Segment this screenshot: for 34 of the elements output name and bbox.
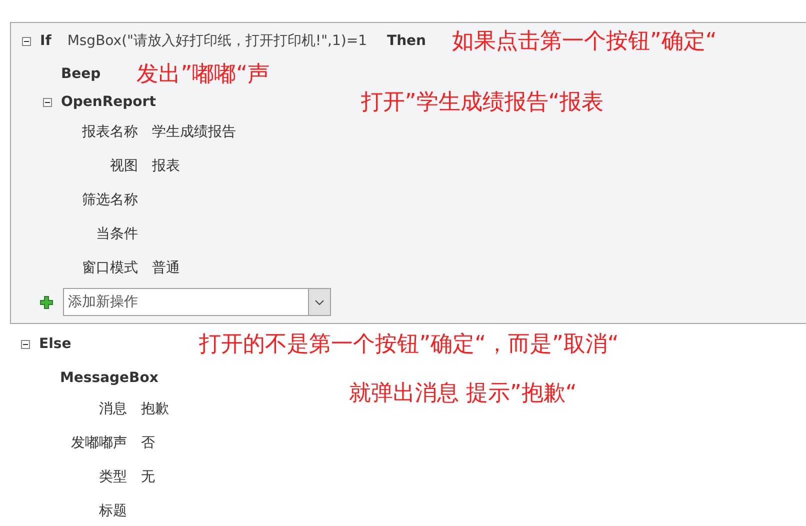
annotation-text: 就弹出消息 提示”抱歉“	[349, 380, 577, 408]
then-keyword: Then	[387, 33, 426, 49]
add-action-combobox[interactable]: 添加新操作	[63, 288, 331, 316]
argument-value: 学生成绩报告	[152, 123, 236, 141]
annotation-text: 打开”学生成绩报告“报表	[360, 89, 604, 117]
collapse-icon[interactable]	[22, 36, 31, 46]
argument-label: 报表名称	[81, 123, 138, 141]
argument-label: 类型	[98, 468, 127, 486]
collapse-icon[interactable]	[21, 340, 30, 348]
argument-value: 否	[141, 434, 155, 452]
argument-label: 发嘟嘟声	[70, 434, 127, 452]
argument-value: 抱歉	[141, 400, 169, 418]
argument-value: 普通	[152, 259, 180, 277]
argument-value: 无	[141, 468, 155, 486]
argument-label: 当条件	[95, 225, 138, 243]
else-keyword: Else	[39, 336, 72, 352]
argument-label: 消息	[98, 400, 127, 418]
argument-label: 标题	[98, 502, 127, 520]
collapse-icon[interactable]	[43, 98, 52, 106]
condition-expression[interactable]: MsgBox("请放入好打印纸，打开打印机!",1)=1	[67, 32, 368, 50]
annotation-text: 发出”嘟嘟“声	[136, 61, 270, 89]
action-name[interactable]: OpenReport	[61, 94, 156, 110]
argument-value: 报表	[152, 157, 180, 175]
argument-label: 视图	[109, 157, 138, 175]
if-keyword: If	[40, 33, 52, 49]
argument-label: 窗口模式	[81, 259, 138, 277]
chevron-down-icon	[315, 300, 324, 304]
argument-label: 筛选名称	[81, 191, 138, 209]
annotation-text: 打开的不是第一个按钮”确定“，而是”取消“	[199, 331, 619, 359]
action-name[interactable]: Beep	[61, 66, 101, 82]
dropdown-button[interactable]	[308, 289, 330, 315]
annotation-text: 如果点击第一个按钮”确定“	[452, 28, 717, 56]
plus-icon[interactable]	[40, 296, 53, 308]
action-name[interactable]: MessageBox	[60, 370, 158, 386]
